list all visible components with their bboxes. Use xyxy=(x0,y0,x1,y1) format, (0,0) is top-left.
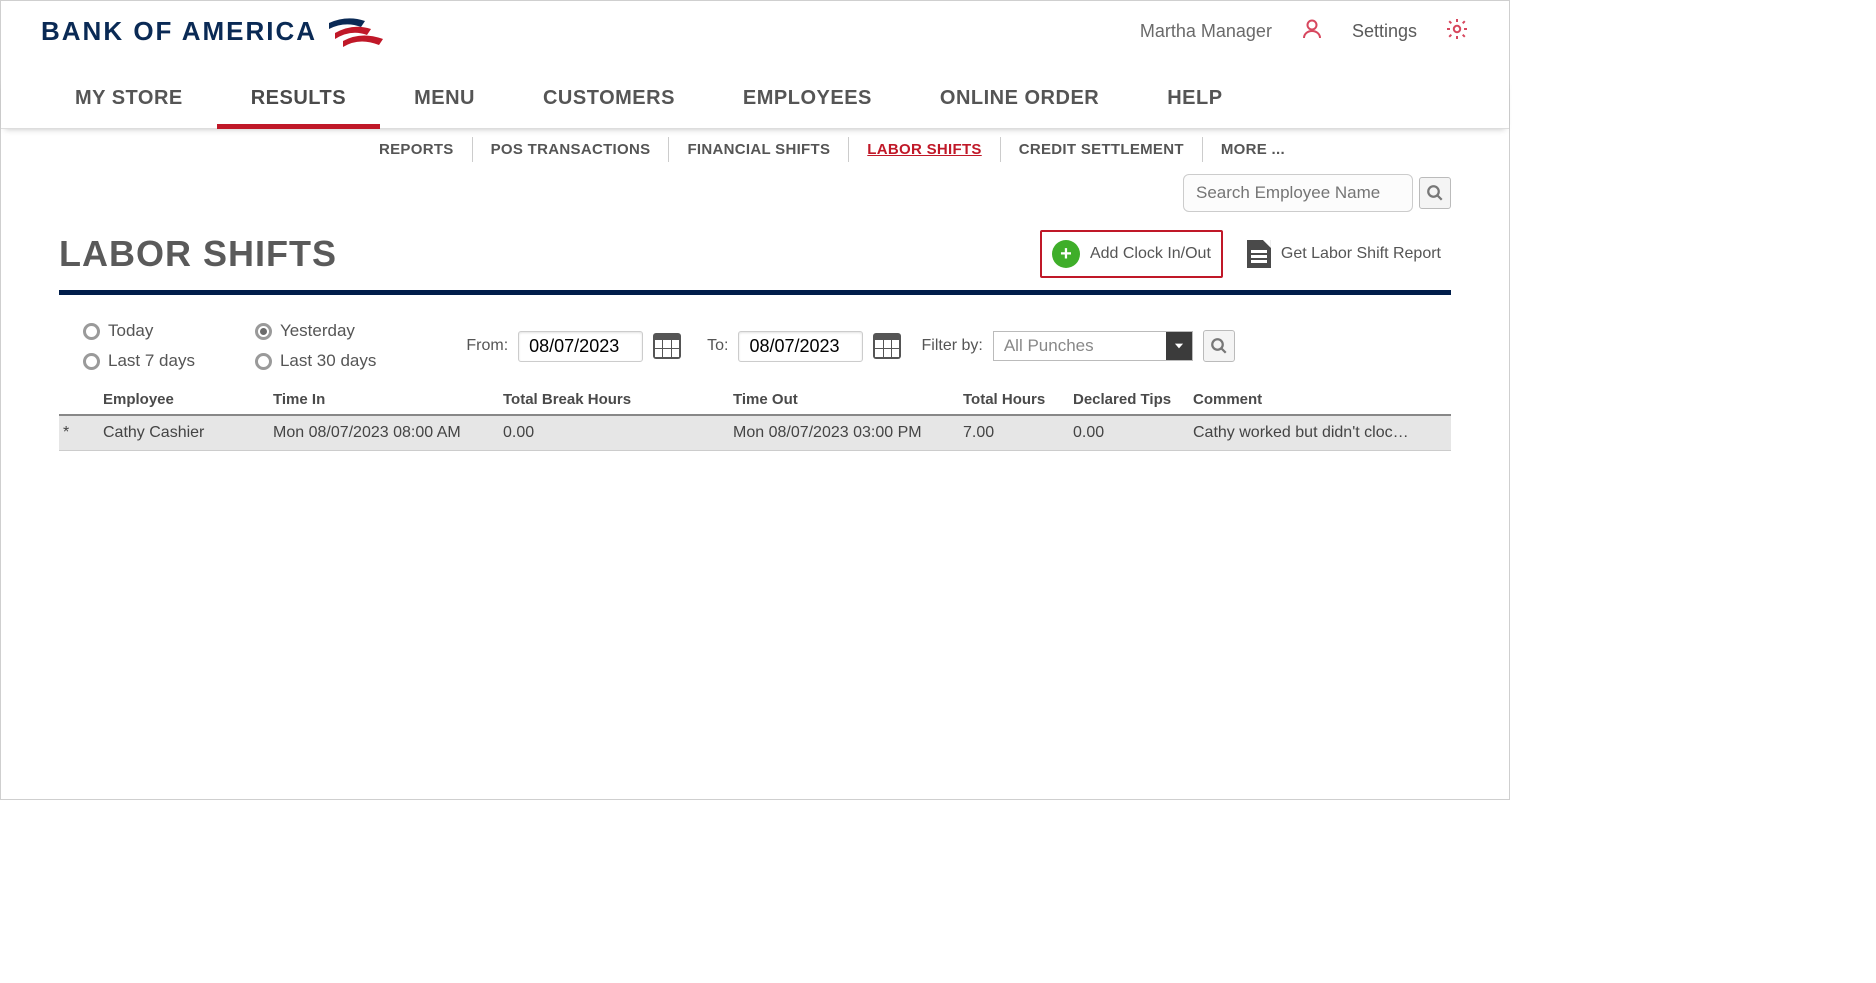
filter-by-select[interactable]: All Punches xyxy=(993,331,1193,361)
tab-online-order[interactable]: ONLINE ORDER xyxy=(906,77,1133,128)
tab-results[interactable]: RESULTS xyxy=(217,77,380,129)
to-label: To: xyxy=(707,337,728,355)
cell-marker: * xyxy=(59,424,99,442)
tab-customers[interactable]: CUSTOMERS xyxy=(509,77,709,128)
col-employee[interactable]: Employee xyxy=(99,391,269,408)
document-icon xyxy=(1247,240,1271,268)
tab-menu[interactable]: MENU xyxy=(380,77,509,128)
brand-flag-icon xyxy=(327,13,387,49)
radio-dot-icon xyxy=(83,323,100,340)
from-label: From: xyxy=(466,337,508,355)
main-nav: MY STORE RESULTS MENU CUSTOMERS EMPLOYEE… xyxy=(1,77,1509,129)
search-input[interactable] xyxy=(1183,174,1413,212)
get-labor-shift-report-button[interactable]: Get Labor Shift Report xyxy=(1237,232,1451,276)
to-date-input[interactable] xyxy=(738,331,863,362)
cell-break-hours: 0.00 xyxy=(499,424,729,442)
tab-employees[interactable]: EMPLOYEES xyxy=(709,77,906,128)
user-name[interactable]: Martha Manager xyxy=(1140,21,1272,42)
tab-help[interactable]: HELP xyxy=(1133,77,1256,128)
add-clock-label: Add Clock In/Out xyxy=(1090,245,1211,263)
cell-total-hours: 7.00 xyxy=(959,424,1069,442)
subtab-credit-settlement[interactable]: CREDIT SETTLEMENT xyxy=(1001,137,1203,162)
col-declared-tips[interactable]: Declared Tips xyxy=(1069,391,1189,408)
radio-yesterday[interactable]: Yesterday xyxy=(255,321,376,341)
title-divider xyxy=(59,290,1451,295)
from-date-input[interactable] xyxy=(518,331,643,362)
col-time-in[interactable]: Time In xyxy=(269,391,499,408)
radio-dot-icon xyxy=(255,323,272,340)
col-comment[interactable]: Comment xyxy=(1189,391,1429,408)
subtab-pos-transactions[interactable]: POS TRANSACTIONS xyxy=(473,137,670,162)
labor-shifts-table: Employee Time In Total Break Hours Time … xyxy=(59,385,1451,451)
col-marker xyxy=(59,391,99,408)
user-icon[interactable] xyxy=(1300,17,1324,46)
filterby-label: Filter by: xyxy=(921,337,982,355)
radio-last-30-days[interactable]: Last 30 days xyxy=(255,351,376,371)
to-calendar-button[interactable] xyxy=(873,333,901,359)
radio-dot-icon xyxy=(83,353,100,370)
sub-nav: REPORTS POS TRANSACTIONS FINANCIAL SHIFT… xyxy=(1,129,1509,170)
cell-time-in: Mon 08/07/2023 08:00 AM xyxy=(269,424,499,442)
report-label: Get Labor Shift Report xyxy=(1281,245,1441,263)
radio-today[interactable]: Today xyxy=(83,321,195,341)
search-button[interactable] xyxy=(1419,177,1451,209)
table-header: Employee Time In Total Break Hours Time … xyxy=(59,385,1451,416)
col-break-hours[interactable]: Total Break Hours xyxy=(499,391,729,408)
radio-dot-icon xyxy=(255,353,272,370)
table-row[interactable]: * Cathy Cashier Mon 08/07/2023 08:00 AM … xyxy=(59,416,1451,451)
cell-employee: Cathy Cashier xyxy=(99,424,269,442)
tab-my-store[interactable]: MY STORE xyxy=(41,77,217,128)
page-title: LABOR SHIFTS xyxy=(59,233,337,275)
cell-time-out: Mon 08/07/2023 03:00 PM xyxy=(729,424,959,442)
cell-declared-tips: 0.00 xyxy=(1069,424,1189,442)
filterby-value: All Punches xyxy=(994,336,1104,356)
settings-link[interactable]: Settings xyxy=(1352,21,1417,42)
chevron-down-icon xyxy=(1166,332,1192,360)
subtab-financial-shifts[interactable]: FINANCIAL SHIFTS xyxy=(669,137,849,162)
cell-comment: Cathy worked but didn't cloc… xyxy=(1189,424,1429,442)
date-range-radio-group: Today Yesterday Last 7 days Last 30 days xyxy=(59,321,376,371)
plus-icon: + xyxy=(1052,240,1080,268)
brand-logo[interactable]: BANK OF AMERICA xyxy=(41,13,387,49)
filters-row: Today Yesterday Last 7 days Last 30 days… xyxy=(59,321,1451,371)
topbar: BANK OF AMERICA Martha Manager Settings xyxy=(1,1,1509,49)
gear-icon[interactable] xyxy=(1445,17,1469,46)
subtab-more[interactable]: MORE ... xyxy=(1203,137,1303,162)
subtab-labor-shifts[interactable]: LABOR SHIFTS xyxy=(849,137,1000,162)
from-calendar-button[interactable] xyxy=(653,333,681,359)
filter-search-button[interactable] xyxy=(1203,330,1235,362)
subtab-reports[interactable]: REPORTS xyxy=(361,137,473,162)
col-total-hours[interactable]: Total Hours xyxy=(959,391,1069,408)
brand-name: BANK OF AMERICA xyxy=(41,16,317,47)
col-time-out[interactable]: Time Out xyxy=(729,391,959,408)
radio-last-7-days[interactable]: Last 7 days xyxy=(83,351,195,371)
add-clock-in-out-button[interactable]: + Add Clock In/Out xyxy=(1040,230,1223,278)
